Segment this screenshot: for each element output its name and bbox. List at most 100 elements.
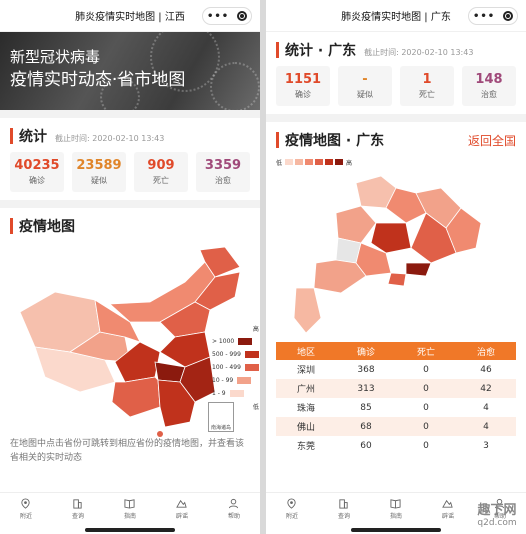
- tab-rumor[interactable]: 辟谣: [176, 498, 188, 520]
- map-heading: 疫情地图: [19, 219, 75, 235]
- stat-value: -: [362, 72, 368, 87]
- guangdong-screen: 肺炎疫情实时地图 | 广东 ••• 统计 · 广东 截止时间: 2020-02-…: [266, 0, 526, 534]
- book-icon: [390, 498, 402, 509]
- title-bar: 肺炎疫情实时地图 | 广东 •••: [266, 0, 526, 32]
- home-indicator: [351, 528, 441, 532]
- banner-line-2: 疫情实时动态·省市地图: [10, 70, 186, 90]
- back-to-national-link[interactable]: 返回全国: [468, 132, 516, 149]
- legend-step: 100 - 499: [212, 361, 259, 374]
- gd-legend: 低 高: [276, 159, 353, 167]
- map-city-shenzhen: [405, 262, 432, 277]
- legend-step: > 1000: [212, 335, 259, 348]
- stat-cured: 148 治愈: [462, 66, 516, 106]
- map-heading: 疫情地图 · 广东: [285, 133, 385, 149]
- stat-value: 909: [147, 158, 175, 173]
- stat-value: 1151: [284, 72, 322, 87]
- stat-deaths: 909 死亡: [134, 152, 188, 192]
- building-icon: [339, 498, 349, 509]
- map-region-hubei: [154, 361, 186, 383]
- stat-label: 确诊: [29, 176, 45, 185]
- stat-confirmed: 1151 确诊: [276, 66, 330, 106]
- col-cured: 治愈: [456, 342, 516, 360]
- tab-query[interactable]: 查询: [72, 498, 84, 520]
- legend-step: 500 - 999: [212, 348, 259, 361]
- col-region: 地区: [276, 342, 336, 360]
- table-row[interactable]: 东莞 60 0 3: [276, 436, 516, 455]
- table-row[interactable]: 广州 313 0 42: [276, 379, 516, 398]
- watermark: 趣下网 q2d.com: [477, 503, 517, 528]
- stat-value: 148: [475, 72, 503, 87]
- table-row[interactable]: 深圳 368 0 46: [276, 360, 516, 379]
- stat-label: 疑似: [91, 176, 107, 185]
- location-icon: [287, 497, 297, 509]
- map-city-guangzhou: [370, 222, 412, 254]
- stat-label: 治愈: [481, 90, 497, 99]
- stats-heading: 统计 · 广东: [285, 43, 357, 59]
- map-city-zhuhai: [387, 272, 407, 287]
- stat-deaths: 1 死亡: [400, 66, 454, 106]
- tab-nearby[interactable]: 附近: [286, 497, 298, 520]
- stats-header: 统计 · 广东 截止时间: 2020-02-10 13:43: [266, 32, 526, 66]
- china-map-container: 高 > 1000 500 - 999 100 - 499 10 - 99 1 -…: [0, 242, 260, 437]
- stat-label: 确诊: [295, 90, 311, 99]
- stat-value: 40235: [14, 158, 60, 173]
- col-deaths: 死亡: [396, 342, 456, 360]
- map-region-southwest: [111, 376, 161, 418]
- stat-value: 23589: [76, 158, 122, 173]
- close-miniprogram-icon[interactable]: [503, 11, 514, 21]
- more-icon[interactable]: •••: [207, 11, 229, 22]
- tab-help[interactable]: 帮助: [228, 498, 240, 520]
- legend-high-label: 高: [252, 326, 259, 333]
- tab-query[interactable]: 查询: [338, 498, 350, 520]
- table-row[interactable]: 珠海 85 0 4: [276, 398, 516, 417]
- mountain-icon: [176, 499, 188, 508]
- stats-heading: 统计: [19, 129, 47, 145]
- col-confirmed: 确诊: [336, 342, 396, 360]
- stats-time: 截止时间: 2020-02-10 13:43: [55, 134, 165, 143]
- stat-confirmed: 40235 确诊: [10, 152, 64, 192]
- map-header: 疫情地图: [0, 208, 260, 242]
- page-title: 肺炎疫情实时地图 | 江西: [75, 12, 185, 23]
- map-region-hainan: [157, 431, 163, 437]
- stat-label: 死亡: [419, 90, 435, 99]
- stats-time: 截止时间: 2020-02-10 13:43: [364, 48, 474, 57]
- region-table: 地区 确诊 死亡 治愈 深圳 368 0 46 广州 313 0 42 珠海 85 0 4 佛山 6…: [276, 342, 516, 455]
- map-hint: 在地图中点击省份可跳转到相应省份的疫情地图，并查看该省相关的实时动态: [10, 439, 245, 463]
- location-icon: [21, 497, 31, 509]
- stat-label: 死亡: [153, 176, 169, 185]
- title-bar: 肺炎疫情实时地图 | 江西 •••: [0, 0, 260, 32]
- building-icon: [73, 498, 83, 509]
- miniprogram-capsule: •••: [202, 7, 252, 25]
- book-icon: [124, 498, 136, 509]
- stats-row: 1151 确诊 - 疑似 1 死亡 148 治愈: [266, 66, 526, 114]
- legend-low-label: 低: [252, 404, 259, 411]
- miniprogram-capsule: •••: [468, 7, 518, 25]
- table-header-row: 地区 确诊 死亡 治愈: [276, 342, 516, 360]
- mountain-icon: [442, 499, 454, 508]
- legend-step: 1 - 9: [212, 387, 259, 400]
- home-indicator: [85, 528, 175, 532]
- map-legend: 高 > 1000 500 - 999 100 - 499 10 - 99 1 -…: [212, 322, 259, 413]
- person-icon: [229, 498, 239, 508]
- stat-value: 1: [422, 72, 432, 87]
- legend-step: 10 - 99: [212, 374, 259, 387]
- stat-suspected: - 疑似: [338, 66, 392, 106]
- tab-guide[interactable]: 指南: [124, 498, 136, 520]
- stat-cured: 3359 治愈: [196, 152, 250, 192]
- stat-label: 疑似: [357, 90, 373, 99]
- more-icon[interactable]: •••: [473, 11, 495, 22]
- tab-rumor[interactable]: 辟谣: [442, 498, 454, 520]
- stat-value: 3359: [204, 158, 242, 173]
- guangdong-map[interactable]: [266, 168, 526, 338]
- map-city-zhanjiang: [293, 287, 322, 334]
- tab-guide[interactable]: 指南: [390, 498, 402, 520]
- banner: 新型冠状病毒 疫情实时动态·省市地图: [0, 32, 260, 110]
- close-miniprogram-icon[interactable]: [237, 11, 248, 21]
- tab-nearby[interactable]: 附近: [20, 497, 32, 520]
- stats-header: 统计 截止时间: 2020-02-10 13:43: [0, 118, 260, 152]
- stats-row: 40235 确诊 23589 疑似 909 死亡 3359 治愈: [0, 152, 260, 200]
- table-row[interactable]: 佛山 68 0 4: [276, 417, 516, 436]
- jiangxi-screen: 肺炎疫情实时地图 | 江西 ••• 新型冠状病毒 疫情实时动态·省市地图 统计 …: [0, 0, 260, 534]
- stat-label: 治愈: [215, 176, 231, 185]
- page-title: 肺炎疫情实时地图 | 广东: [341, 12, 451, 23]
